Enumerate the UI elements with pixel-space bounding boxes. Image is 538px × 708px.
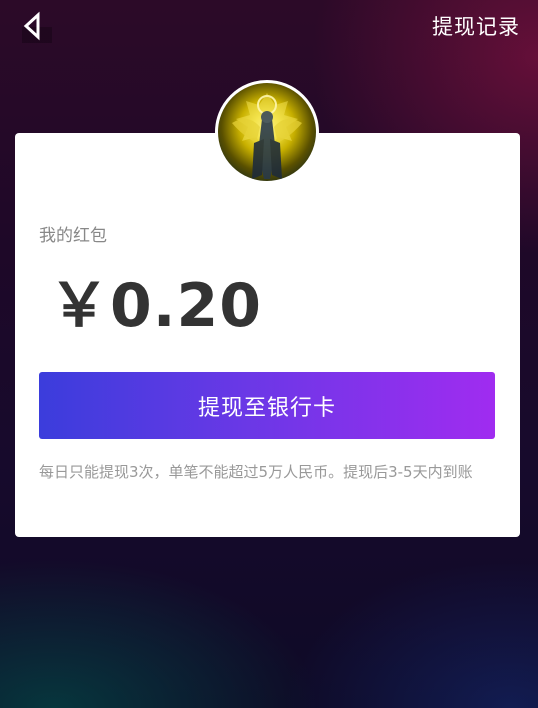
withdraw-notice-text: 每日只能提现3次，单笔不能超过5万人民币。提现后3-5天内到账	[39, 463, 473, 481]
user-avatar	[215, 80, 319, 184]
wallet-label: 我的红包	[39, 226, 107, 246]
back-arrow-icon	[23, 11, 40, 41]
withdraw-history-link[interactable]: 提现记录	[432, 11, 520, 41]
wallet-balance-amount: ￥0.20	[49, 271, 263, 341]
back-button[interactable]	[10, 6, 54, 46]
top-bar: 提现记录	[0, 0, 538, 56]
withdraw-to-bank-button[interactable]: 提现至银行卡	[39, 372, 495, 439]
avatar-image	[232, 93, 302, 179]
wallet-card: 我的红包 ￥0.20 提现至银行卡 每日只能提现3次，单笔不能超过5万人民币。提…	[15, 133, 520, 537]
